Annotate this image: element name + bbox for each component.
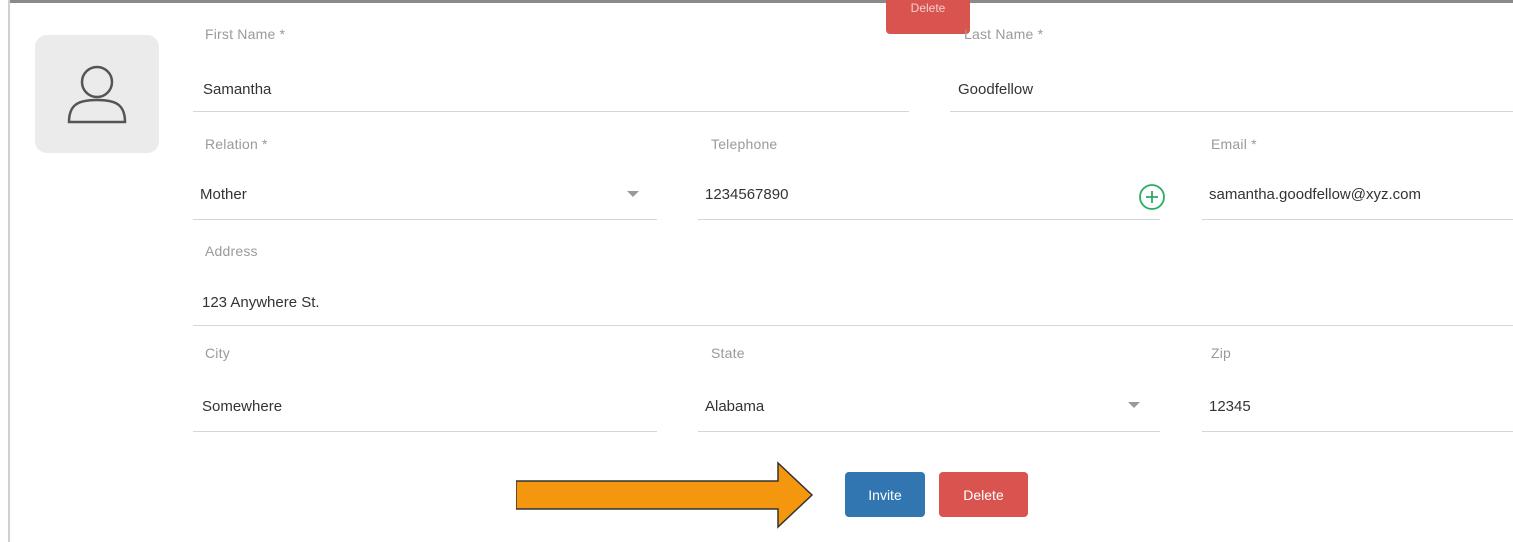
city-field[interactable]: Somewhere — [202, 398, 282, 415]
city-label: City — [205, 345, 230, 361]
city-underline — [193, 431, 657, 432]
top-border — [8, 0, 1513, 3]
top-delete-button[interactable]: Delete — [886, 0, 970, 34]
relation-label: Relation * — [205, 136, 268, 152]
telephone-underline — [698, 219, 1160, 220]
first-name-label: First Name * — [205, 26, 286, 42]
address-underline — [193, 325, 1513, 326]
email-field[interactable]: samantha.goodfellow@xyz.com — [1209, 186, 1421, 203]
user-icon — [67, 65, 127, 124]
last-name-field[interactable]: Goodfellow — [958, 81, 1033, 98]
telephone-field[interactable]: 1234567890 — [705, 186, 788, 203]
state-select[interactable]: Alabama — [705, 398, 764, 415]
first-name-field[interactable]: Samantha — [203, 81, 271, 98]
zip-underline — [1202, 431, 1513, 432]
zip-field[interactable]: 12345 — [1209, 398, 1251, 415]
state-label: State — [711, 345, 745, 361]
telephone-label: Telephone — [711, 136, 778, 152]
state-underline — [698, 431, 1160, 432]
chevron-down-icon[interactable] — [627, 191, 639, 197]
left-border — [8, 0, 10, 542]
last-name-underline — [950, 111, 1513, 112]
address-label: Address — [205, 243, 258, 259]
avatar[interactable] — [35, 35, 159, 153]
address-field[interactable]: 123 Anywhere St. — [202, 294, 320, 311]
email-label: Email * — [1211, 136, 1257, 152]
email-underline — [1202, 219, 1513, 220]
zip-label: Zip — [1211, 345, 1232, 361]
plus-circle-icon[interactable] — [1137, 182, 1167, 212]
relation-select[interactable]: Mother — [200, 186, 247, 203]
last-name-label: Last Name * — [964, 26, 1044, 42]
arrow-right-icon — [516, 461, 814, 529]
delete-button[interactable]: Delete — [939, 472, 1028, 517]
first-name-underline — [193, 111, 909, 112]
relation-underline — [193, 219, 657, 220]
invite-button[interactable]: Invite — [845, 472, 925, 517]
chevron-down-icon[interactable] — [1128, 402, 1140, 408]
